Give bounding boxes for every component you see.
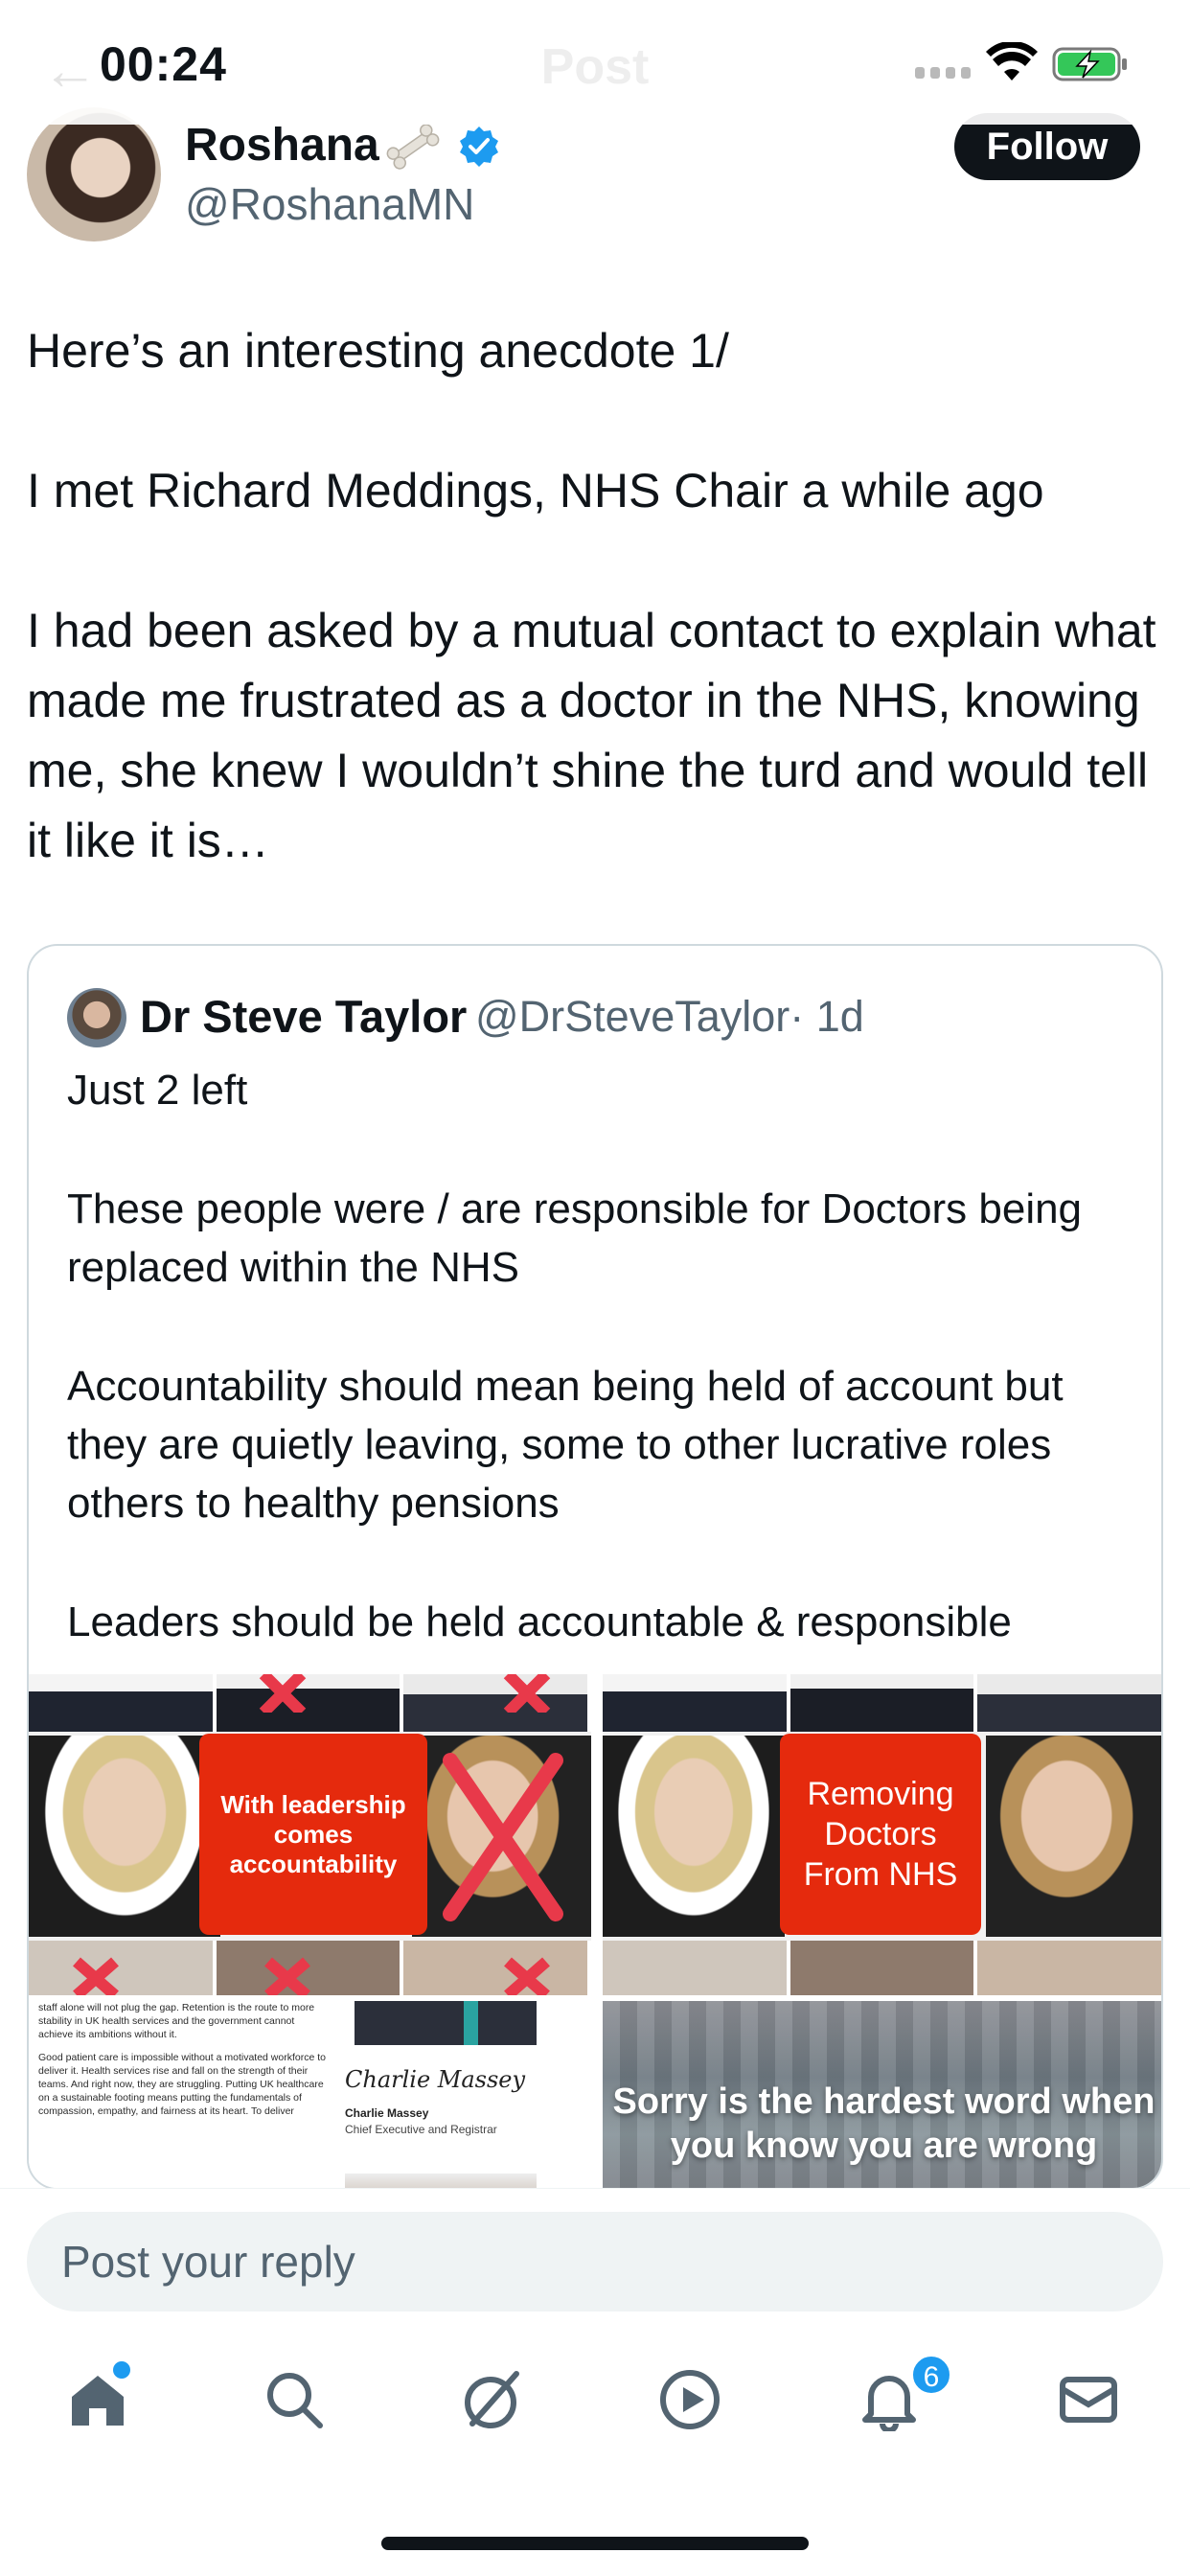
tab-home[interactable] (50, 2352, 146, 2448)
media-image-2[interactable]: Removing Doctors From NHS (603, 1674, 1161, 1995)
bottom-bar: Post your reply 6 (0, 2188, 1190, 2576)
signatory-role: Chief Executive and Registrar (345, 2123, 497, 2136)
image-caption: Sorry is the hardest word when you know … (612, 2082, 1156, 2166)
quoted-post-time: · 1d (790, 992, 864, 1041)
red-cross-icon (443, 1753, 563, 1921)
author-name[interactable]: Roshana (185, 119, 379, 172)
media-image-1[interactable]: With leadership comes accountability (29, 1674, 591, 1995)
media-grid: With leadership comes accountability Rem… (29, 1674, 1161, 2188)
red-cross-icon (259, 1674, 307, 1713)
tab-grok[interactable] (443, 2352, 538, 2448)
bone-emoji-icon (386, 124, 440, 170)
banner-text: Removing Doctors From NHS (780, 1734, 981, 1935)
reply-input[interactable]: Post your reply (27, 2212, 1163, 2312)
post-text-line: Here’s an interesting anecdote 1/ (27, 324, 729, 378)
notifications-badge: 6 (910, 2354, 952, 2396)
cellular-signal-icon (915, 67, 971, 80)
letter-paragraph: Good patient care is impossible without … (38, 2052, 326, 2117)
media-image-3[interactable]: staff alone will not plug the gap. Reten… (29, 2001, 591, 2188)
tab-notifications[interactable]: 6 (841, 2352, 952, 2448)
status-bar: ← Post 00:24 (0, 0, 1190, 125)
signatory-name: Charlie Massey (345, 2106, 429, 2120)
quoted-author-handle: @DrSteveTaylor (475, 992, 790, 1041)
quoted-author-avatar[interactable] (67, 988, 126, 1047)
wifi-icon (986, 42, 1038, 80)
mail-icon (1060, 2377, 1117, 2423)
quoted-text-line: These people were / are responsible for … (67, 1185, 1083, 1291)
letter-text: staff alone will not plug the gap. Reten… (38, 2001, 326, 2118)
grok-icon (465, 2371, 519, 2428)
quoted-text-line: Leaders should be held accountable & res… (67, 1598, 1012, 1645)
tab-search[interactable] (246, 2352, 342, 2448)
media-image-4[interactable]: Sorry is the hardest word when you know … (603, 2001, 1161, 2188)
banner-text: With leadership comes accountability (199, 1734, 427, 1935)
red-cross-icon (73, 1957, 550, 1995)
tab-messages[interactable] (1041, 2352, 1136, 2448)
tab-bar: 6 (0, 2352, 1190, 2476)
unread-dot (113, 2361, 130, 2379)
quoted-author-name[interactable]: Dr Steve Taylor (140, 990, 467, 1043)
author-handle[interactable]: @RoshanaMN (185, 178, 474, 230)
post-text-line: I had been asked by a mutual contact to … (27, 604, 1156, 867)
quoted-text-line: Just 2 left (67, 1067, 248, 1114)
post-text-line: I met Richard Meddings, NHS Chair a whil… (27, 464, 1044, 518)
quoted-post-card[interactable]: Dr Steve Taylor @DrSteveTaylor· 1d Just … (27, 944, 1163, 2190)
quoted-post-text: Just 2 left These people were / are resp… (67, 1061, 1140, 1651)
tab-video[interactable] (642, 2352, 738, 2448)
home-indicator (381, 2537, 809, 2550)
post-text: Here’s an interesting anecdote 1/ I met … (27, 316, 1167, 876)
letter-paragraph: staff alone will not plug the gap. Reten… (38, 2002, 315, 2040)
signature: Charlie Massey (345, 2066, 526, 2093)
play-icon (660, 2370, 720, 2429)
quoted-text-line: Accountability should mean being held of… (67, 1363, 1064, 1527)
verified-badge-icon[interactable] (458, 125, 500, 167)
red-cross-icon (503, 1674, 551, 1713)
status-time: 00:24 (100, 37, 227, 91)
quoted-author-handle-and-time: @DrSteveTaylor· 1d (475, 992, 864, 1042)
author-avatar[interactable] (27, 107, 161, 242)
search-icon (267, 2373, 323, 2428)
battery-charging-icon (1052, 47, 1127, 81)
